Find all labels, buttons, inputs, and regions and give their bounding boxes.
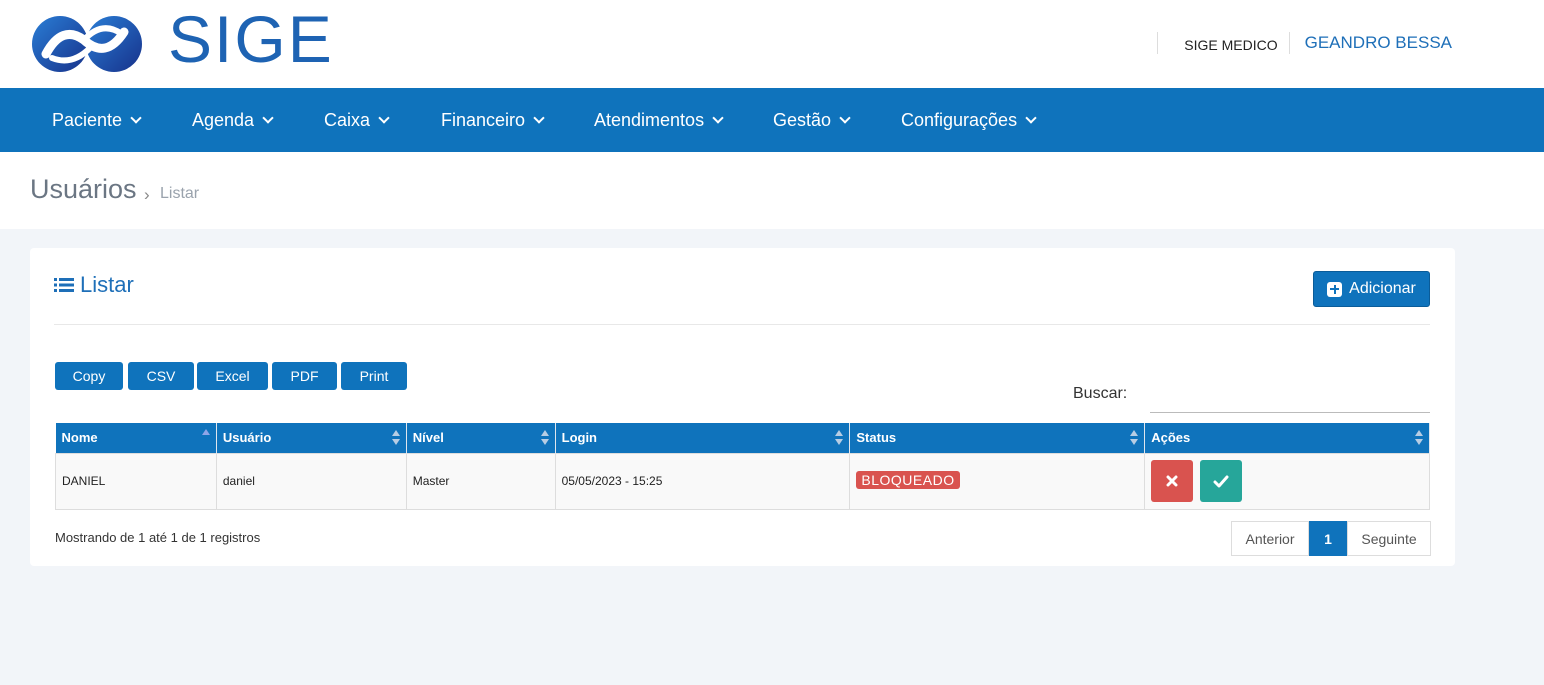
col-header-login[interactable]: Login [555, 423, 851, 453]
infinity-logo-icon [32, 16, 142, 72]
close-icon [1166, 475, 1178, 487]
chevron-down-icon [130, 111, 142, 124]
check-icon [1213, 475, 1229, 487]
unblock-button[interactable] [1200, 460, 1243, 502]
cell-status: BLOQUEADO [849, 452, 1146, 510]
prev-page-button[interactable]: Anterior [1231, 521, 1309, 556]
col-header-nivel[interactable]: Nível [406, 423, 556, 453]
sige-logo[interactable]: SIGE [28, 6, 332, 78]
nav-item-gestao[interactable]: Gestão [773, 88, 851, 152]
system-name[interactable]: SIGE MEDICO [1158, 37, 1288, 53]
nav-item-financeiro[interactable]: Financeiro [441, 88, 545, 152]
nav-item-caixa[interactable]: Caixa [324, 88, 390, 152]
status-badge: BLOQUEADO [856, 471, 960, 489]
breadcrumb-current: Listar [160, 185, 200, 202]
pagination: Anterior 1 Seguinte [1231, 521, 1431, 556]
col-header-acoes[interactable]: Ações [1144, 423, 1430, 453]
user-name-link[interactable]: GEANDRO BESSA [1290, 33, 1452, 53]
cell-nome: DANIEL [55, 452, 217, 510]
breadcrumb: Usuários › Listar [0, 152, 1544, 229]
logo-text: SIGE [168, 2, 334, 76]
add-button[interactable]: Adicionar [1313, 271, 1430, 307]
nav-item-agenda[interactable]: Agenda [192, 88, 274, 152]
cell-actions [1144, 452, 1430, 510]
chevron-down-icon [533, 111, 545, 124]
column-label: Nível [412, 430, 444, 446]
sort-icon [391, 430, 401, 446]
users-table: Nome Usuário Nível Login Status Ações DA… [55, 423, 1430, 510]
page-title: Usuários [30, 174, 137, 204]
col-header-status[interactable]: Status [849, 423, 1146, 453]
nav-item-label: Financeiro [441, 109, 526, 130]
nav-item-atendimentos[interactable]: Atendimentos [594, 88, 724, 152]
chevron-down-icon [839, 111, 851, 124]
chevron-down-icon [378, 111, 390, 124]
main-navbar: Paciente Agenda Caixa Financeiro Atendim… [0, 88, 1544, 152]
sort-icon [835, 430, 844, 446]
column-label: Status [856, 430, 897, 446]
pdf-button[interactable]: PDF [272, 362, 337, 390]
nav-item-label: Caixa [324, 109, 371, 130]
sort-icon [1415, 430, 1424, 446]
column-label: Login [561, 430, 598, 446]
col-header-usuario[interactable]: Usuário [216, 423, 407, 453]
table-info: Mostrando de 1 até 1 de 1 registros [55, 530, 261, 545]
card-title: Listar [54, 272, 134, 298]
cell-login: 05/05/2023 - 15:25 [554, 452, 851, 510]
nav-item-label: Agenda [192, 109, 255, 130]
nav-item-label: Configurações [901, 109, 1018, 130]
top-header: SIGE SIGE MEDICO GEANDRO BESSA [0, 0, 1544, 88]
excel-button[interactable]: Excel [197, 362, 268, 390]
search-label: Buscar: [1073, 385, 1128, 402]
search-input[interactable] [1150, 385, 1430, 413]
page-1-button[interactable]: 1 [1309, 521, 1347, 556]
divider [54, 324, 1430, 325]
list-card: Listar Adicionar Copy CSV Excel PDF Prin… [30, 248, 1455, 566]
cell-usuario: daniel [215, 452, 407, 510]
nav-item-configuracoes[interactable]: Configurações [901, 88, 1037, 152]
list-icon [54, 278, 74, 292]
nav-item-label: Paciente [52, 109, 123, 130]
add-button-label: Adicionar [1349, 280, 1416, 297]
nav-item-paciente[interactable]: Paciente [52, 88, 142, 152]
sort-icon [1130, 430, 1139, 446]
table-header-row: Nome Usuário Nível Login Status Ações [55, 423, 1430, 453]
next-page-button[interactable]: Seguinte [1347, 521, 1431, 556]
nav-item-label: Atendimentos [594, 109, 705, 130]
column-label: Nome [61, 430, 98, 446]
sort-asc-icon [201, 429, 211, 446]
print-button[interactable]: Print [341, 362, 407, 390]
card-title-text: Listar [80, 272, 134, 297]
cell-nivel: Master [405, 452, 556, 510]
csv-button[interactable]: CSV [128, 362, 194, 390]
copy-button[interactable]: Copy [55, 362, 123, 390]
table-row: DANIEL daniel Master 05/05/2023 - 15:25 … [55, 452, 1430, 510]
plus-square-icon [1327, 281, 1343, 297]
chevron-down-icon [712, 111, 724, 124]
delete-button[interactable] [1151, 460, 1194, 502]
chevron-down-icon [1025, 111, 1037, 124]
column-label: Usuário [222, 430, 272, 446]
chevron-down-icon [262, 111, 274, 124]
col-header-nome[interactable]: Nome [55, 423, 217, 453]
user-area: SIGE MEDICO GEANDRO BESSA [1157, 32, 1452, 54]
column-label: Ações [1151, 430, 1191, 446]
breadcrumb-separator: › [144, 185, 150, 204]
nav-item-label: Gestão [773, 109, 832, 130]
sort-icon [540, 430, 550, 446]
